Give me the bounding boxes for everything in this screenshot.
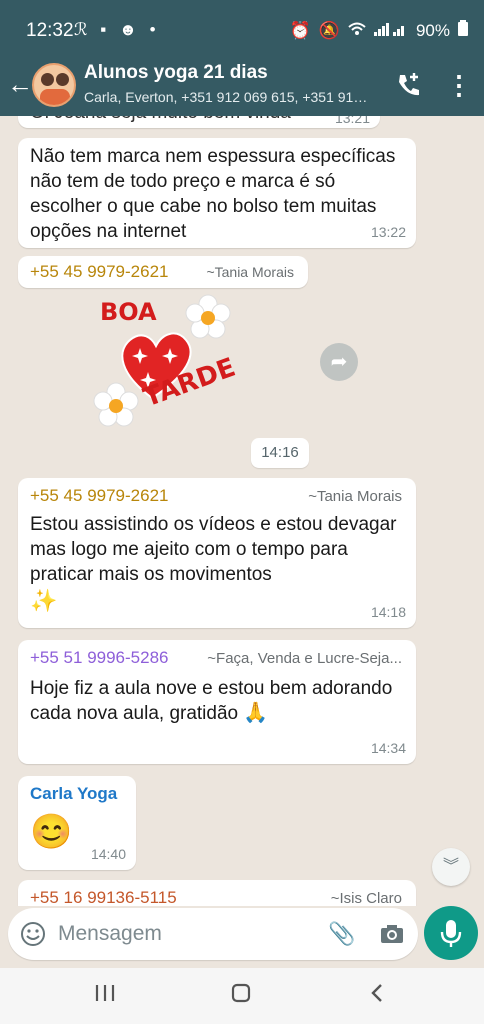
sticker-boa-tarde[interactable]: BOA TARDE — [90, 288, 250, 438]
message-bubble[interactable]: +55 45 9979-2621 ~Tania Morais Estou ass… — [18, 478, 416, 628]
message-text: Estou assistindo os vídeos e estou devag… — [30, 514, 397, 585]
sender-name[interactable]: +55 51 9996-5286 — [30, 648, 169, 668]
sender-alias: ~Tania Morais — [308, 488, 402, 505]
sender-alias: ~Faça, Venda e Lucre-Seja... — [207, 650, 402, 667]
praying-hands-emoji: 🙏 — [243, 702, 269, 724]
message-list[interactable]: Ol Joana seja muito bem vinda 13:21 Não … — [0, 116, 484, 906]
battery-icon — [458, 20, 468, 41]
more-options-icon[interactable]: ⋮ — [446, 70, 472, 100]
flower-icon — [93, 382, 139, 427]
time-chip: 14:16 — [251, 438, 309, 468]
status-right-icons: ⏰ 🔕 90% — [290, 20, 468, 41]
back-nav-icon[interactable] — [364, 982, 390, 1010]
group-participants[interactable]: Carla, Everton, +351 912 069 615, +351 9… — [84, 89, 384, 105]
sender-alias: ~Tania Morais — [206, 264, 294, 280]
status-left-icons: ℛ ▪ ☻ • — [74, 20, 160, 39]
message-time: 14:40 — [90, 846, 126, 862]
avatar-figure — [41, 73, 54, 86]
emoji-icon[interactable] — [20, 921, 46, 947]
group-title[interactable]: Alunos yoga 21 dias — [84, 62, 268, 84]
home-icon[interactable] — [228, 982, 254, 1010]
add-call-icon[interactable] — [394, 70, 424, 100]
smiling-face-emoji: 😊 — [30, 813, 73, 851]
mic-icon — [440, 920, 462, 947]
sender-name[interactable]: Carla Yoga — [30, 784, 117, 804]
message-input-bar[interactable]: Mensagem 📎 — [8, 908, 418, 960]
status-time: 12:32 — [26, 20, 74, 41]
recent-apps-icon[interactable] — [92, 982, 118, 1010]
message-time: 14:18 — [370, 604, 406, 620]
message-bubble[interactable]: +55 45 9979-2621 ~Tania Morais — [18, 256, 308, 288]
avatar-figure — [40, 89, 70, 105]
flower-icon — [185, 294, 231, 339]
message-time: 13:22 — [370, 224, 406, 240]
status-bar: 12:32 ℛ ▪ ☻ • ⏰ 🔕 90% — [0, 0, 484, 56]
message-bubble[interactable]: Não tem marca nem espessura específicas … — [18, 138, 416, 248]
message-input[interactable]: Mensagem — [58, 922, 162, 946]
message-bubble[interactable]: Ol Joana seja muito bem vinda 13:21 — [18, 116, 380, 128]
sender-name[interactable]: +55 16 99136-5115 — [30, 888, 177, 906]
attachment-icon[interactable]: 📎 — [328, 920, 356, 948]
camera-icon[interactable] — [378, 920, 406, 948]
message-bubble[interactable]: +55 16 99136-5115 ~Isis Claro — [18, 880, 416, 906]
alarm-icon: ⏰ — [289, 20, 311, 40]
avatar-figure — [56, 73, 69, 86]
group-avatar[interactable] — [32, 63, 76, 107]
sender-name[interactable]: +55 45 9979-2621 — [30, 262, 169, 282]
message-time: 14:34 — [370, 740, 406, 756]
sparkles-emoji: ✨ — [30, 588, 58, 613]
signal-icon — [373, 21, 408, 41]
battery-percent: 90% — [415, 20, 450, 40]
message-text-content: Hoje fiz a aula nove e estou bem adorand… — [30, 678, 393, 724]
message-bubble[interactable]: Carla Yoga 😊 14:40 — [18, 776, 136, 870]
message-bubble[interactable]: +55 51 9996-5286 ~Faça, Venda e Lucre-Se… — [18, 640, 416, 764]
system-nav-bar — [0, 968, 484, 1024]
forward-icon[interactable]: ➦ — [320, 343, 358, 381]
mute-icon: 🔕 — [318, 20, 340, 40]
back-arrow-icon[interactable]: ← — [6, 70, 34, 98]
message-text: Não tem marca nem espessura específicas … — [30, 146, 396, 242]
sticker-text-boa: BOA — [100, 298, 157, 326]
message-time: 13:21 — [334, 116, 370, 126]
sender-alias: ~Isis Claro — [330, 890, 402, 906]
sender-name[interactable]: +55 45 9979-2621 — [30, 486, 169, 506]
scroll-down-icon[interactable]: ︾ — [432, 848, 470, 886]
message-text: Hoje fiz a aula nove e estou bem adorand… — [30, 676, 400, 726]
message-text: Ol Joana seja muito bem vinda — [30, 116, 291, 125]
chat-header: ← Alunos yoga 21 dias Carla, Everton, +3… — [0, 56, 484, 116]
wifi-icon — [348, 21, 366, 41]
mic-button[interactable] — [424, 906, 478, 960]
